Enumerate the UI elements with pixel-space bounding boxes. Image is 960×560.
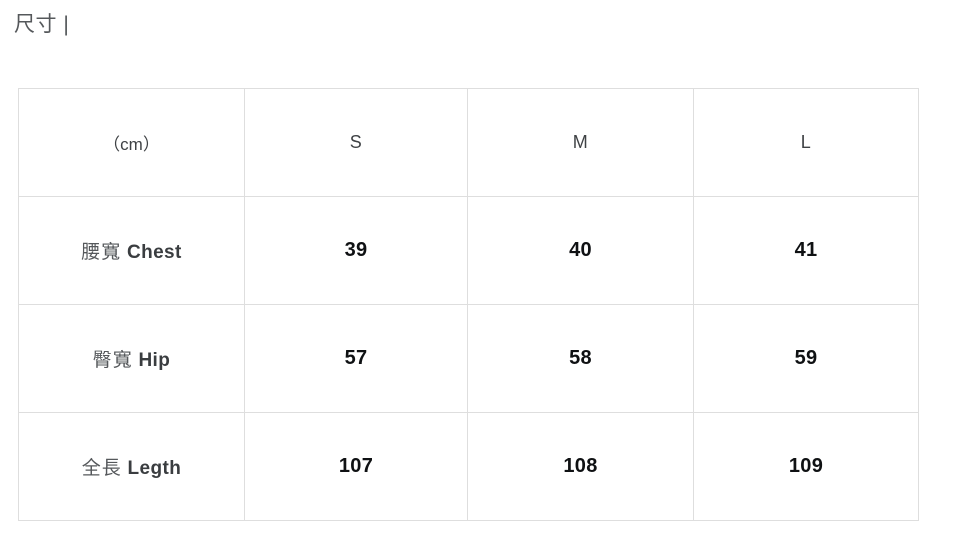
size-measurement-table: （cm） S M L 腰寬 Chest 39 40 41 臀寬 Hip 57 5… — [18, 88, 919, 521]
cell-length-s: 107 — [244, 412, 468, 521]
row-label-length: 全長 Legth — [18, 412, 245, 521]
table-header: （cm） S M L — [18, 88, 919, 197]
column-header-size-s: S — [244, 88, 468, 197]
row-label-hip-en: Hip — [138, 350, 171, 371]
column-header-size-l: L — [693, 88, 919, 197]
cell-hip-s: 57 — [244, 304, 468, 413]
row-label-hip: 臀寬 Hip — [18, 304, 245, 413]
cell-hip-m: 58 — [467, 304, 694, 413]
column-header-unit: （cm） — [18, 88, 245, 197]
row-label-length-cjk: 全長 — [81, 458, 122, 479]
cell-length-l: 109 — [693, 412, 919, 521]
cell-chest-s: 39 — [244, 196, 468, 305]
table-row: 臀寬 Hip 57 58 59 — [18, 304, 919, 413]
table-row: 全長 Legth 107 108 109 — [18, 412, 919, 521]
cell-hip-l: 59 — [693, 304, 919, 413]
row-label-hip-cjk: 臀寬 — [92, 350, 133, 371]
cell-chest-l: 41 — [693, 196, 919, 305]
row-label-chest: 腰寬 Chest — [18, 196, 245, 305]
page-title: 尺寸 | — [14, 13, 70, 36]
table-body: 腰寬 Chest 39 40 41 臀寬 Hip 57 58 59 全長 Leg… — [18, 196, 919, 521]
row-label-chest-en: Chest — [126, 242, 182, 263]
cell-length-m: 108 — [467, 412, 694, 521]
row-label-chest-cjk: 腰寬 — [81, 242, 122, 263]
table-row: 腰寬 Chest 39 40 41 — [18, 196, 919, 305]
size-chart-page: 尺寸 | （cm） S M L 腰寬 Chest 39 40 41 臀寬 Hip… — [0, 0, 960, 560]
table-header-row: （cm） S M L — [18, 88, 919, 197]
cell-chest-m: 40 — [467, 196, 694, 305]
row-label-length-en: Legth — [127, 458, 182, 479]
column-header-size-m: M — [467, 88, 694, 197]
